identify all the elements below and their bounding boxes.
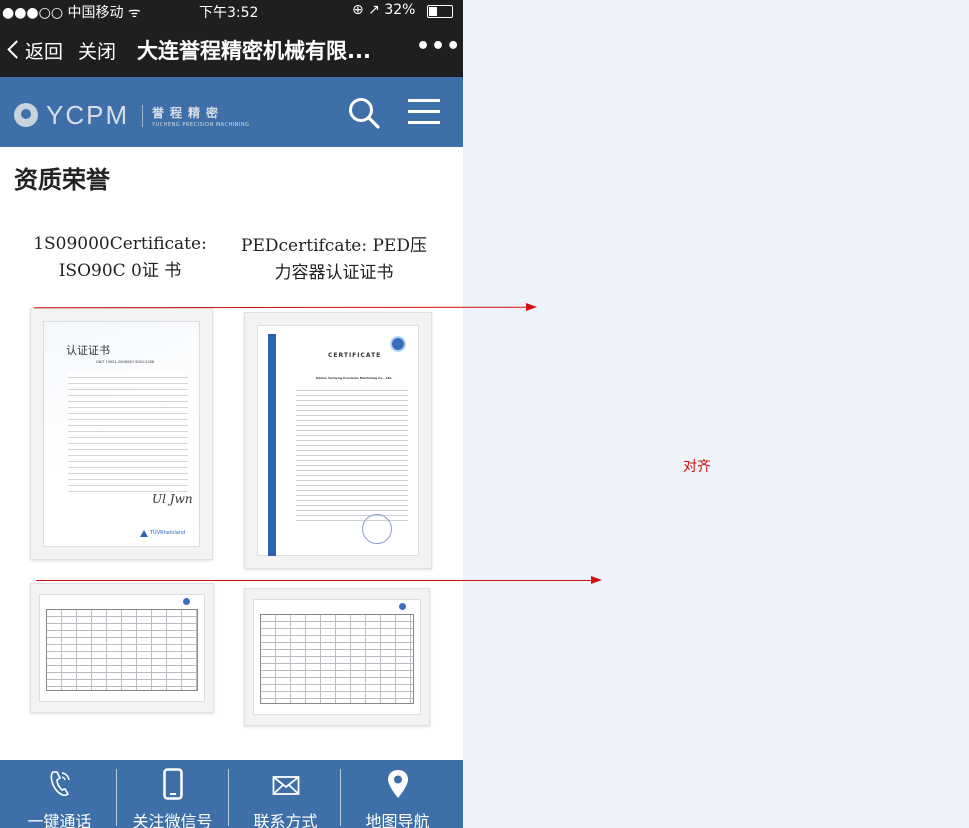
arrow-right-icon [591,576,602,584]
wechat-nav-bar: 返回 关闭 大连誉程精密机械有限... ••• [0,22,463,77]
chevron-left-icon [7,40,26,59]
cert-image-iso[interactable]: 认证证书 GB/T 19001-2008/ISO 9001:2008 Ul Jw… [30,308,213,560]
cert-text-lines [68,372,188,492]
cert-signature: Ul Jwn [152,492,193,506]
cert-paper [253,599,421,715]
logo-en-text: YUCHENG PRECISION MACHINING [152,122,250,128]
arrow-right-icon [526,303,537,311]
page-title: 资质荣誉 [14,166,110,194]
cert-paper: 认证证书 GB/T 19001-2008/ISO 9001:2008 Ul Jw… [43,321,200,547]
page-nav-title: 大连誉程精密机械有限... [137,39,371,63]
alignment-line-bottom [36,580,591,581]
search-icon[interactable] [347,96,381,130]
tab-wechat-label: 关注微信号 [132,812,213,828]
back-button[interactable]: 返回 [6,37,63,64]
battery-icon [427,5,453,18]
ped-title: CERTIFICATE [328,352,382,359]
tab-map[interactable]: 地图导航 [340,760,455,828]
cert-caption-iso: 1S09000Certificate: ISO90C 0证 书 [33,234,207,281]
cert-image-table-1[interactable] [30,583,214,713]
logo-icon[interactable] [14,103,38,127]
map-pin-icon [387,770,408,798]
ped-company: Dalian Yucheng Precision Machining Co., … [316,376,393,380]
cert-table-grid [46,609,198,691]
site-header: YCPM 誉程精密 YUCHENG PRECISION MACHINING [0,77,463,147]
status-bar: ●●●○○ 中国移动 ᯤ 下午3:52 ⊕ ↗ 32% [0,0,463,22]
mail-icon [272,776,299,795]
phone-icon [50,771,70,797]
tab-map-label: 地图导航 [365,812,430,828]
cert-paper: CERTIFICATE Dalian Yucheng Precision Mac… [257,325,419,556]
tab-call-label: 一键通话 [27,812,92,828]
carrier-label: ●●●○○ 中国移动 ᯤ [2,5,141,21]
tab-call[interactable]: 一键通话 [2,760,117,828]
cert-blue-stripe [268,334,276,556]
logo-divider [142,105,143,127]
tuv-seal-icon [399,603,406,610]
cert-text-lines [296,386,408,521]
close-button[interactable]: 关闭 [78,37,116,64]
tab-contact-label: 联系方式 [253,812,318,828]
phone-screen: ●●●○○ 中国移动 ᯤ 下午3:52 ⊕ ↗ 32% 返回 关闭 大连誉程精密… [0,0,463,828]
tab-contact[interactable]: 联系方式 [228,760,343,828]
cert-table-grid [260,614,414,704]
status-time: 下午3:52 [199,5,259,21]
cert-cn-subtitle: GB/T 19001-2008/ISO 9001:2008 [96,360,155,364]
cert-paper [39,594,205,702]
cert-image-ped[interactable]: CERTIFICATE Dalian Yucheng Precision Mac… [244,312,432,569]
logo-text[interactable]: YCPM [46,100,129,131]
tuv-seal-icon [183,598,190,605]
tab-wechat[interactable]: 关注微信号 [115,760,230,828]
tuv-seal-icon [390,336,406,352]
back-label: 返回 [25,41,64,63]
tuv-logo-icon [140,530,148,537]
annotation-note: 对齐 [683,459,711,475]
cert-cn-title: 认证证书 [66,344,110,357]
cert-image-table-2[interactable] [244,588,430,726]
menu-icon[interactable] [406,97,442,127]
cert-caption-ped: PEDcertifcate: PED压力容器认证证书 [241,236,427,283]
tuv-label: TÜVRheinland [150,530,186,536]
logo-cn-text: 誉程精密 [152,106,225,120]
more-button[interactable]: ••• [416,34,461,59]
bottom-tab-bar: 一键通话 关注微信号 联系方式 地图导航 [0,760,463,828]
cert-stamp-icon [362,514,392,544]
mobile-icon [162,768,183,800]
battery-label: ⊕ ↗ 32% [352,2,416,18]
